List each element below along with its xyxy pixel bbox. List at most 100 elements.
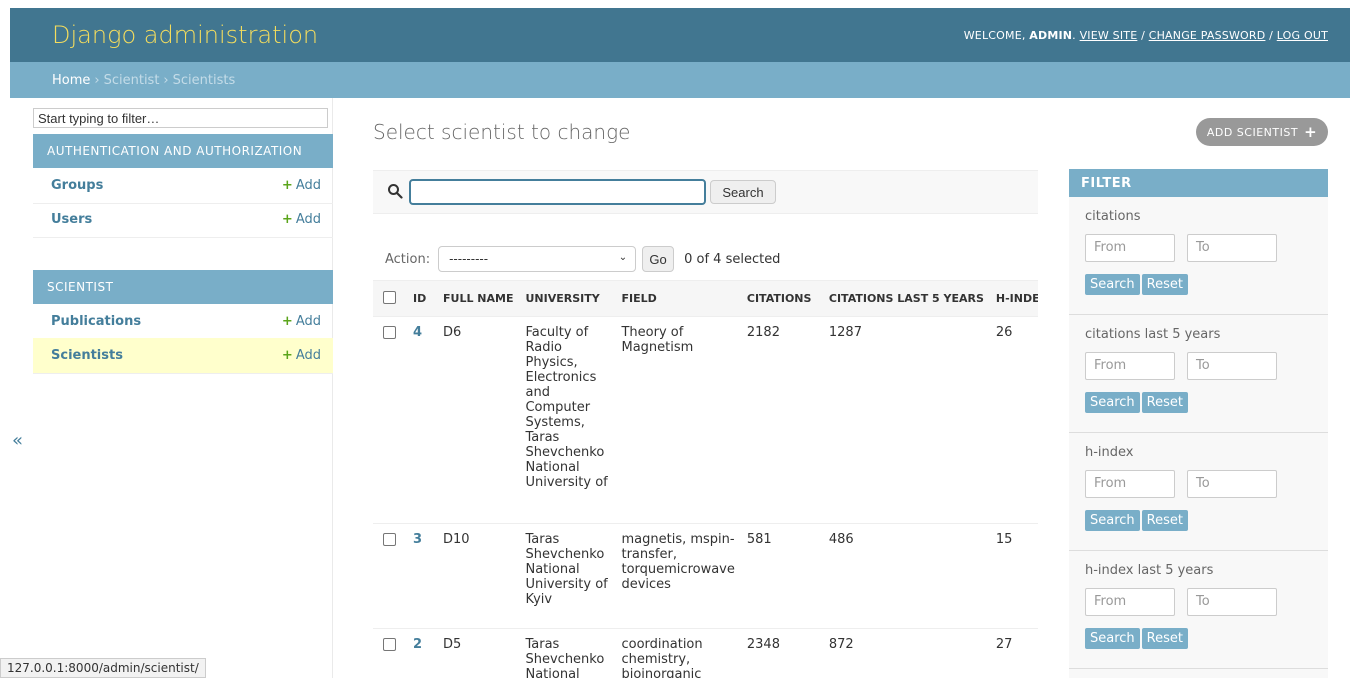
table-row: 2 D5 Taras Shevchenko National coordinat… <box>373 628 1038 678</box>
plus-icon: + <box>1304 123 1318 141</box>
search-toolbar: Search <box>373 170 1038 214</box>
select-all-checkbox[interactable] <box>383 291 396 304</box>
sidebar-item-groups: Groups + Add <box>33 168 333 204</box>
citations-cell: 2182 <box>740 316 823 524</box>
scientist-id-link[interactable]: 4 <box>413 325 422 340</box>
breadcrumb-home[interactable]: Home <box>52 73 90 88</box>
add-scientist-label: ADD SCIENTIST <box>1206 125 1299 139</box>
h-index-5y-search-button[interactable]: Search <box>1085 628 1140 649</box>
scientist-id-link[interactable]: 2 <box>413 637 422 652</box>
add-label: Add <box>295 314 321 329</box>
plus-icon: + <box>281 348 293 363</box>
filter-title: h-index last 5 years <box>1085 563 1214 578</box>
chevron-down-icon: ⌄ <box>618 252 628 263</box>
toggle-sidebar-button[interactable]: « <box>12 430 23 451</box>
column-header-full-name[interactable]: FULL NAME <box>437 280 520 317</box>
h-index-from-input[interactable]: From <box>1085 470 1175 498</box>
citations-search-button[interactable]: Search <box>1085 274 1140 295</box>
add-label: Add <box>295 212 321 227</box>
sidebar-item-label[interactable]: Groups <box>51 178 103 193</box>
module-caption-scientist[interactable]: SCIENTIST <box>33 270 333 304</box>
h-index-cell: 15 <box>989 523 1038 629</box>
search-input[interactable] <box>409 179 706 205</box>
row-checkbox[interactable] <box>383 533 396 546</box>
row-select-cell <box>373 628 407 678</box>
sidebar-item-label[interactable]: Publications <box>51 314 141 329</box>
user-tools: WELCOME, ADMIN. VIEW SITE / CHANGE PASSW… <box>964 29 1328 42</box>
search-button[interactable]: Search <box>710 180 776 204</box>
row-checkbox[interactable] <box>383 326 396 339</box>
h-index-reset-button[interactable]: Reset <box>1141 510 1188 531</box>
column-header-id[interactable]: ID <box>407 280 437 317</box>
field-cell: coordination chemistry, bioinorganic <box>615 628 741 678</box>
column-header-citations-5y[interactable]: CITATIONS LAST 5 YEARS <box>822 280 990 317</box>
scientist-id-link[interactable]: 3 <box>413 532 422 547</box>
table-row: 4 D6 Faculty of Radio Physics, Electroni… <box>373 316 1038 524</box>
citations-5y-reset-button[interactable]: Reset <box>1141 392 1188 413</box>
citations-5y-from-input[interactable]: From <box>1085 352 1175 380</box>
column-header-field[interactable]: FIELD <box>615 280 741 317</box>
go-button[interactable]: Go <box>642 246 675 272</box>
id-cell: 4 <box>407 316 437 524</box>
plus-icon: + <box>281 212 293 227</box>
h-index-search-button[interactable]: Search <box>1085 510 1140 531</box>
admin-header: Django administration WELCOME, ADMIN. VI… <box>10 8 1350 62</box>
add-users-link[interactable]: + Add <box>282 212 321 227</box>
table-row: 3 D10 Taras Shevchenko National Universi… <box>373 523 1038 629</box>
separator: . <box>1072 28 1076 42</box>
actions-bar: Action: --------- ⌄ Go 0 of 4 selected <box>373 239 1038 279</box>
sidebar-item-label[interactable]: Scientists <box>51 348 123 363</box>
change-password-link[interactable]: CHANGE PASSWORD <box>1149 29 1266 42</box>
add-scientists-link[interactable]: + Add <box>282 348 321 363</box>
citations-cell: 581 <box>740 523 823 629</box>
filter-h-index: h-index From To Search Reset <box>1069 433 1328 551</box>
sidebar-item-users: Users + Add <box>33 202 333 238</box>
citations-to-input[interactable]: To <box>1187 234 1277 262</box>
column-header-h-index[interactable]: H-INDEX <box>989 280 1038 317</box>
h-index-5y-to-input[interactable]: To <box>1187 588 1277 616</box>
add-label: Add <box>295 178 321 193</box>
h-index-to-input[interactable]: To <box>1187 470 1277 498</box>
separator: / <box>1269 28 1274 42</box>
column-header-university[interactable]: UNIVERSITY <box>519 280 616 317</box>
add-label: Add <box>295 348 321 363</box>
citations-from-input[interactable]: From <box>1085 234 1175 262</box>
breadcrumb-separator: › <box>163 72 169 88</box>
add-groups-link[interactable]: + Add <box>282 178 321 193</box>
field-cell: Theory of Magnetism <box>615 316 741 524</box>
site-branding[interactable]: Django administration <box>52 21 318 49</box>
view-site-link[interactable]: VIEW SITE <box>1080 29 1138 42</box>
action-select[interactable]: --------- ⌄ <box>438 246 637 272</box>
h-index-5y-reset-button[interactable]: Reset <box>1141 628 1188 649</box>
filter-citations-5y: citations last 5 years From To Search Rese… <box>1069 315 1328 433</box>
logout-link[interactable]: LOG OUT <box>1277 29 1328 42</box>
citations-5y-cell: 1287 <box>822 316 990 524</box>
add-scientist-button[interactable]: ADD SCIENTIST + <box>1196 118 1328 146</box>
filter-title: citations last 5 years <box>1085 327 1221 342</box>
filter-title: h-index <box>1085 445 1134 460</box>
h-index-5y-from-input[interactable]: From <box>1085 588 1175 616</box>
separator: / <box>1141 28 1145 42</box>
row-select-cell <box>373 523 407 629</box>
column-header-citations[interactable]: CITATIONS <box>740 280 823 317</box>
university-cell: Faculty of Radio Physics, Electronics an… <box>519 316 616 524</box>
full-name-cell: D6 <box>437 316 520 524</box>
citations-5y-search-button[interactable]: Search <box>1085 392 1140 413</box>
page-title: Select scientist to change <box>373 120 631 144</box>
add-publications-link[interactable]: + Add <box>282 314 321 329</box>
citations-5y-cell: 486 <box>822 523 990 629</box>
row-checkbox[interactable] <box>383 638 396 651</box>
row-select-cell <box>373 316 407 524</box>
filter-panel: FILTER citations From To Search Reset cita… <box>1069 169 1328 678</box>
h-index-cell: 27 <box>989 628 1038 678</box>
citations-5y-to-input[interactable]: To <box>1187 352 1277 380</box>
full-name-cell: D10 <box>437 523 520 629</box>
breadcrumb-app[interactable]: Scientist <box>104 73 160 88</box>
action-select-value: --------- <box>449 252 489 266</box>
citations-reset-button[interactable]: Reset <box>1141 274 1188 295</box>
id-cell: 2 <box>407 628 437 678</box>
username: ADMIN <box>1029 28 1073 42</box>
module-caption-auth[interactable]: AUTHENTICATION AND AUTHORIZATION <box>33 134 333 168</box>
nav-filter-input[interactable] <box>33 108 328 128</box>
sidebar-item-label[interactable]: Users <box>51 212 92 227</box>
